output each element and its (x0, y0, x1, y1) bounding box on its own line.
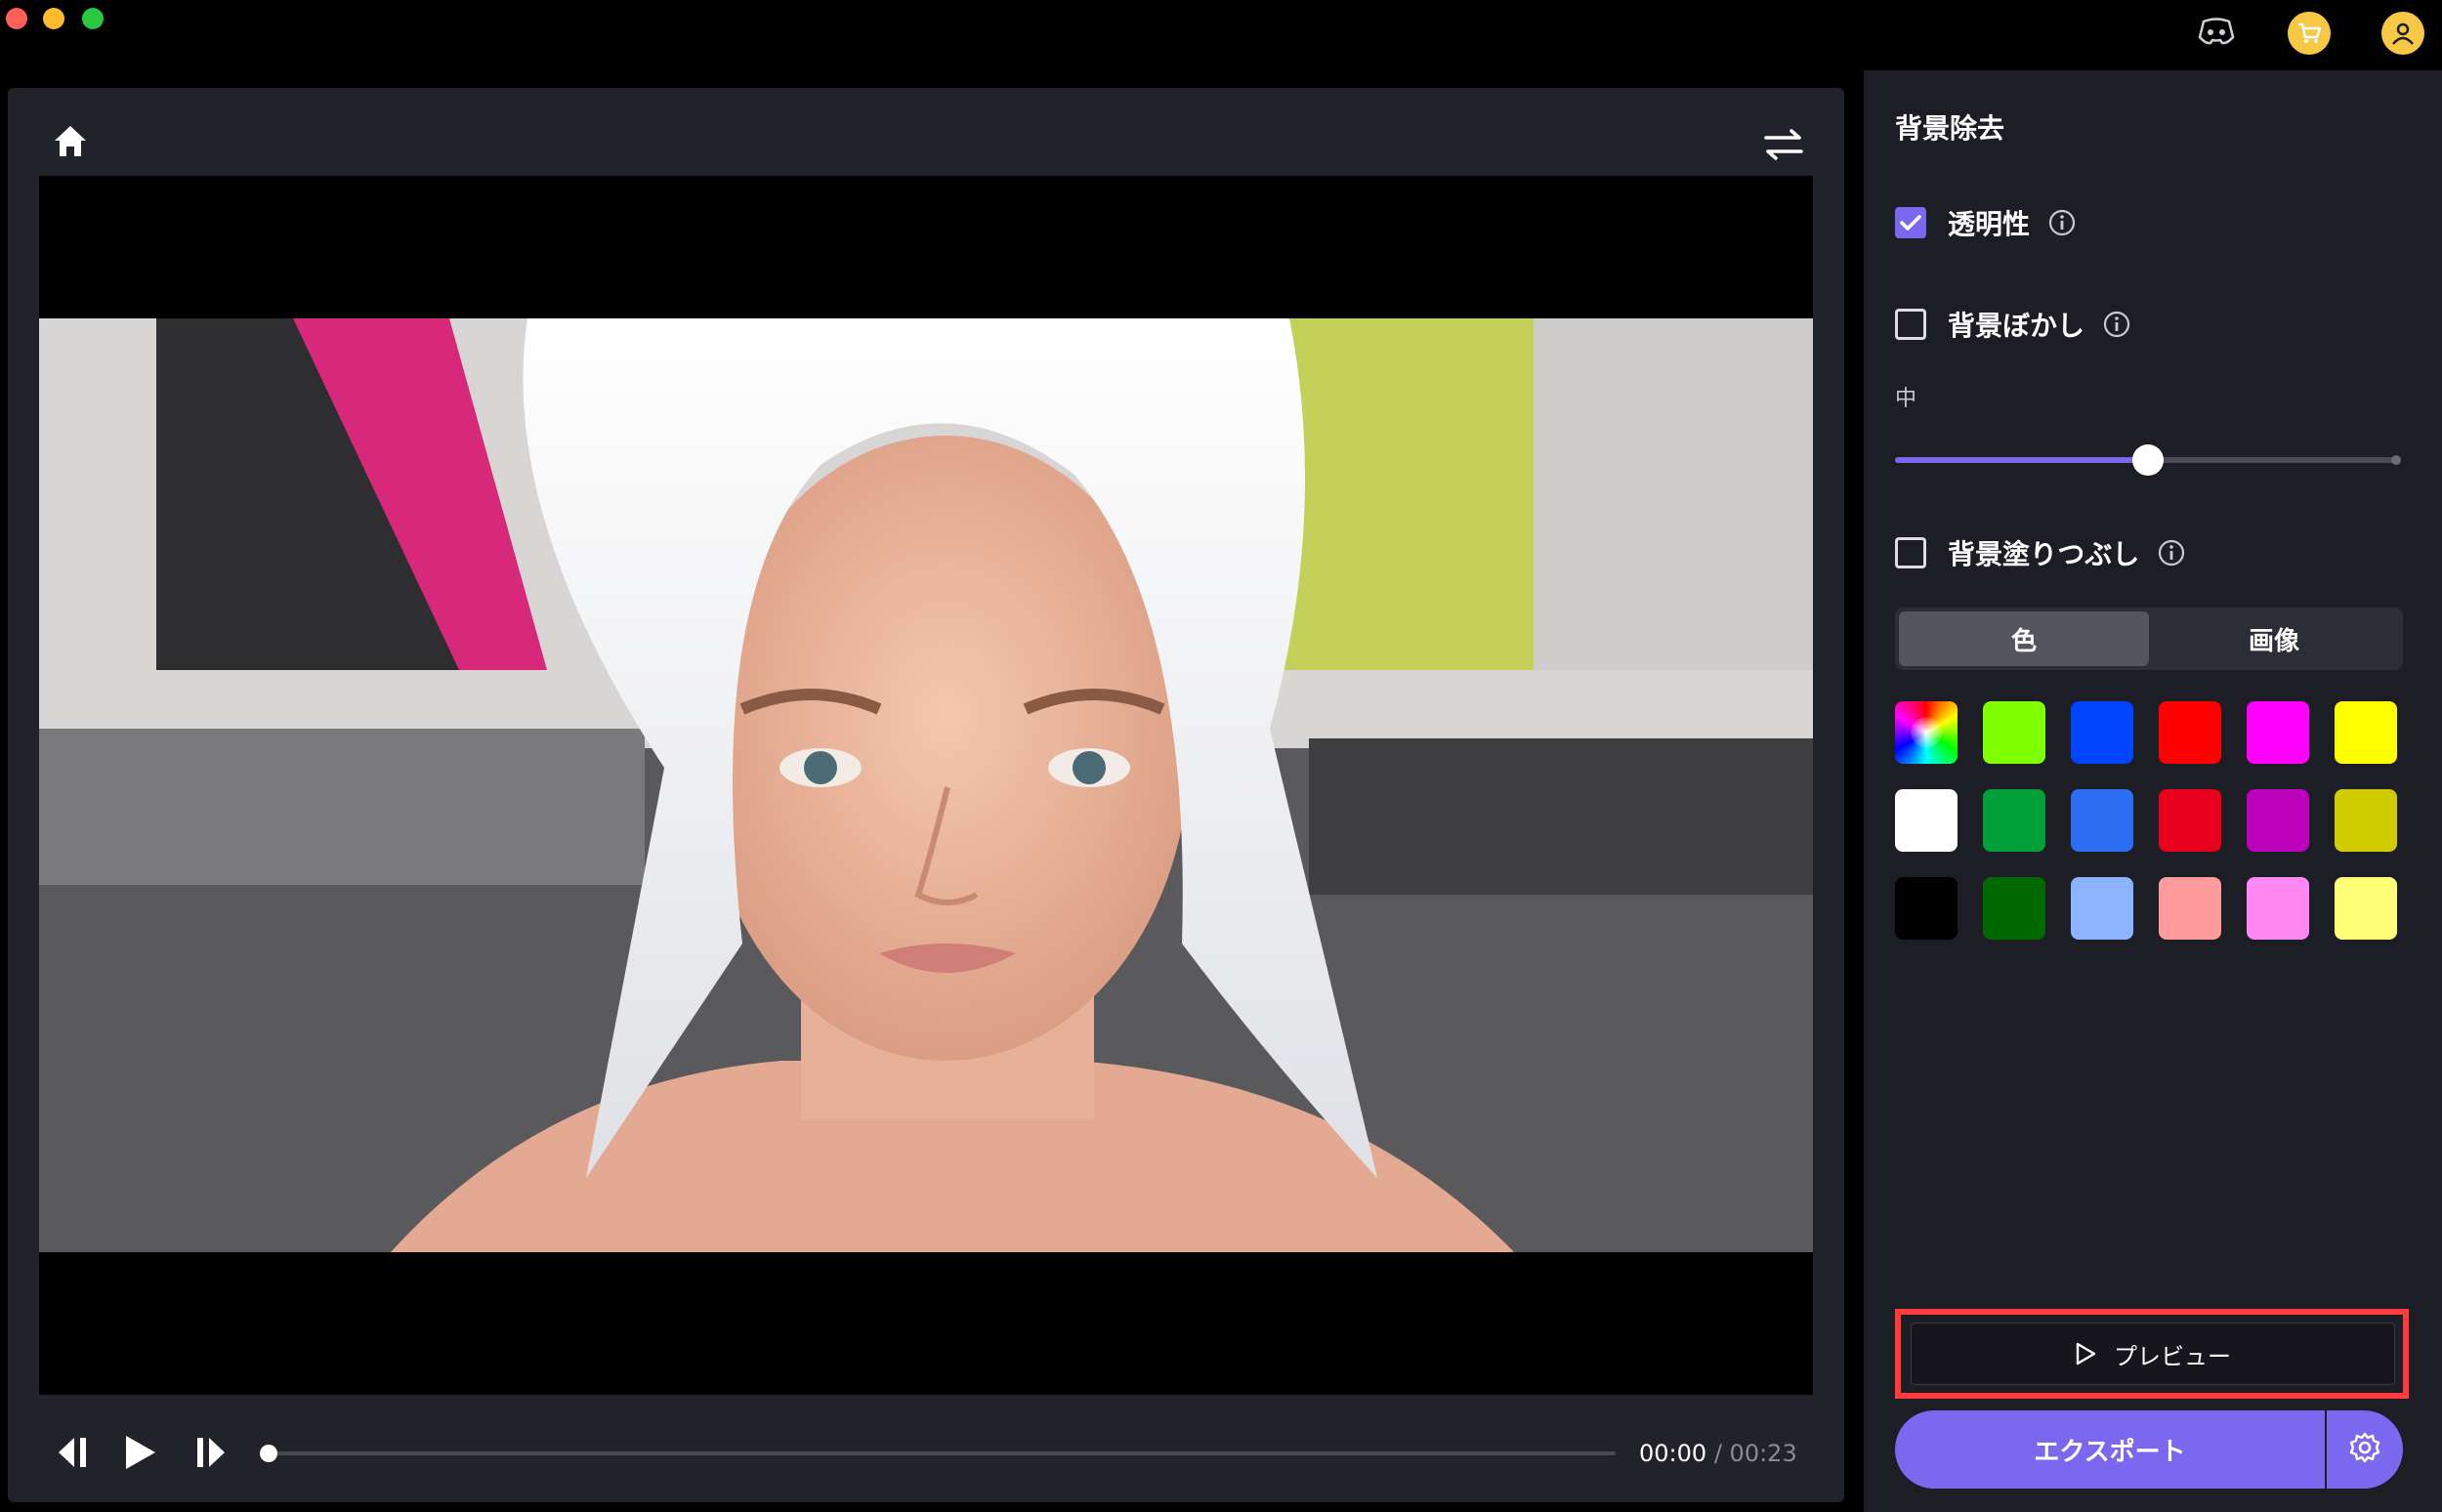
color-swatch[interactable] (2335, 877, 2397, 940)
timeline-playhead[interactable] (260, 1445, 277, 1462)
blur-level-slider[interactable] (1895, 444, 2401, 476)
export-label: エクスポート (2034, 1437, 2186, 1467)
color-swatch[interactable] (1895, 789, 1958, 852)
color-swatch[interactable] (1983, 877, 2045, 940)
video-frame (39, 318, 1813, 1252)
time-separator: / (1713, 1440, 1722, 1467)
color-swatch[interactable] (2247, 789, 2309, 852)
slider-end-dot (2391, 455, 2401, 465)
color-swatch[interactable] (2335, 701, 2397, 764)
blur-label: 背景ぼかし (1948, 310, 2085, 342)
transparency-checkbox[interactable] (1895, 207, 1926, 238)
time-display: 00:00 / 00:23 (1639, 1440, 1797, 1467)
fill-type-tabs: 色 画像 (1895, 608, 2403, 670)
slider-handle[interactable] (2132, 444, 2164, 476)
color-swatch[interactable] (2159, 789, 2221, 852)
duration: 00:23 (1729, 1440, 1797, 1467)
fill-label: 背景塗りつぶし (1948, 538, 2140, 570)
preview-label: プレビュー (2114, 1342, 2231, 1370)
color-swatch[interactable] (2247, 877, 2309, 940)
discord-icon[interactable] (2196, 12, 2237, 53)
color-swatch[interactable] (1983, 701, 2045, 764)
gear-icon (2348, 1431, 2381, 1468)
panel-title: 背景除去 (1895, 112, 2005, 145)
settings-sidebar: 背景除去 透明性 背景ぼかし 中 背景塗りつぶし 色 画像 プレビュー エクスポ… (1864, 70, 2442, 1512)
tab-image[interactable]: 画像 (2149, 611, 2399, 666)
zoom-window-button[interactable] (82, 8, 104, 29)
user-icon[interactable] (2381, 12, 2424, 55)
preview-button[interactable]: プレビュー (1911, 1323, 2395, 1385)
blur-checkbox[interactable] (1895, 309, 1926, 340)
swap-icon[interactable] (1756, 117, 1811, 172)
video-canvas (39, 176, 1813, 1395)
fill-checkbox[interactable] (1895, 537, 1926, 568)
export-button[interactable]: エクスポート (1895, 1410, 2325, 1489)
blur-level-label: 中 (1895, 387, 1917, 411)
color-swatch[interactable] (2071, 789, 2133, 852)
home-icon[interactable] (47, 117, 94, 164)
current-time: 00:00 (1639, 1440, 1707, 1467)
option-fill: 背景塗りつぶし (1895, 533, 2186, 572)
color-swatch[interactable] (2335, 789, 2397, 852)
custom-color-picker[interactable] (1895, 701, 1958, 764)
color-swatch[interactable] (2071, 701, 2133, 764)
option-transparency: 透明性 (1895, 203, 2077, 242)
step-back-icon[interactable] (49, 1428, 98, 1477)
cart-icon[interactable] (2288, 12, 2331, 55)
transport-bar: 00:00 / 00:23 (39, 1418, 1813, 1487)
title-bar (0, 0, 2442, 70)
timeline-scrubber[interactable] (260, 1445, 1616, 1462)
color-swatch[interactable] (2071, 877, 2133, 940)
color-swatch[interactable] (1895, 877, 1958, 940)
color-swatch[interactable] (1983, 789, 2045, 852)
color-swatch[interactable] (2159, 877, 2221, 940)
minimize-window-button[interactable] (43, 8, 64, 29)
info-icon[interactable] (2102, 310, 2131, 339)
color-swatch-grid (1895, 701, 2403, 940)
info-icon[interactable] (2157, 538, 2186, 567)
transparency-label: 透明性 (1948, 208, 2031, 240)
play-outline-icon (2075, 1342, 2096, 1365)
play-icon[interactable] (115, 1428, 164, 1477)
info-icon[interactable] (2047, 208, 2077, 237)
color-swatch[interactable] (2159, 701, 2221, 764)
tab-color[interactable]: 色 (1899, 611, 2149, 666)
preview-panel: 00:00 / 00:23 (8, 88, 1844, 1502)
color-swatch[interactable] (2247, 701, 2309, 764)
export-settings-button[interactable] (2327, 1410, 2403, 1489)
video-frame-image (39, 318, 1813, 1252)
step-forward-icon[interactable] (186, 1428, 234, 1477)
slider-fill (1895, 457, 2148, 463)
option-blur: 背景ぼかし (1895, 305, 2131, 344)
close-window-button[interactable] (6, 8, 27, 29)
